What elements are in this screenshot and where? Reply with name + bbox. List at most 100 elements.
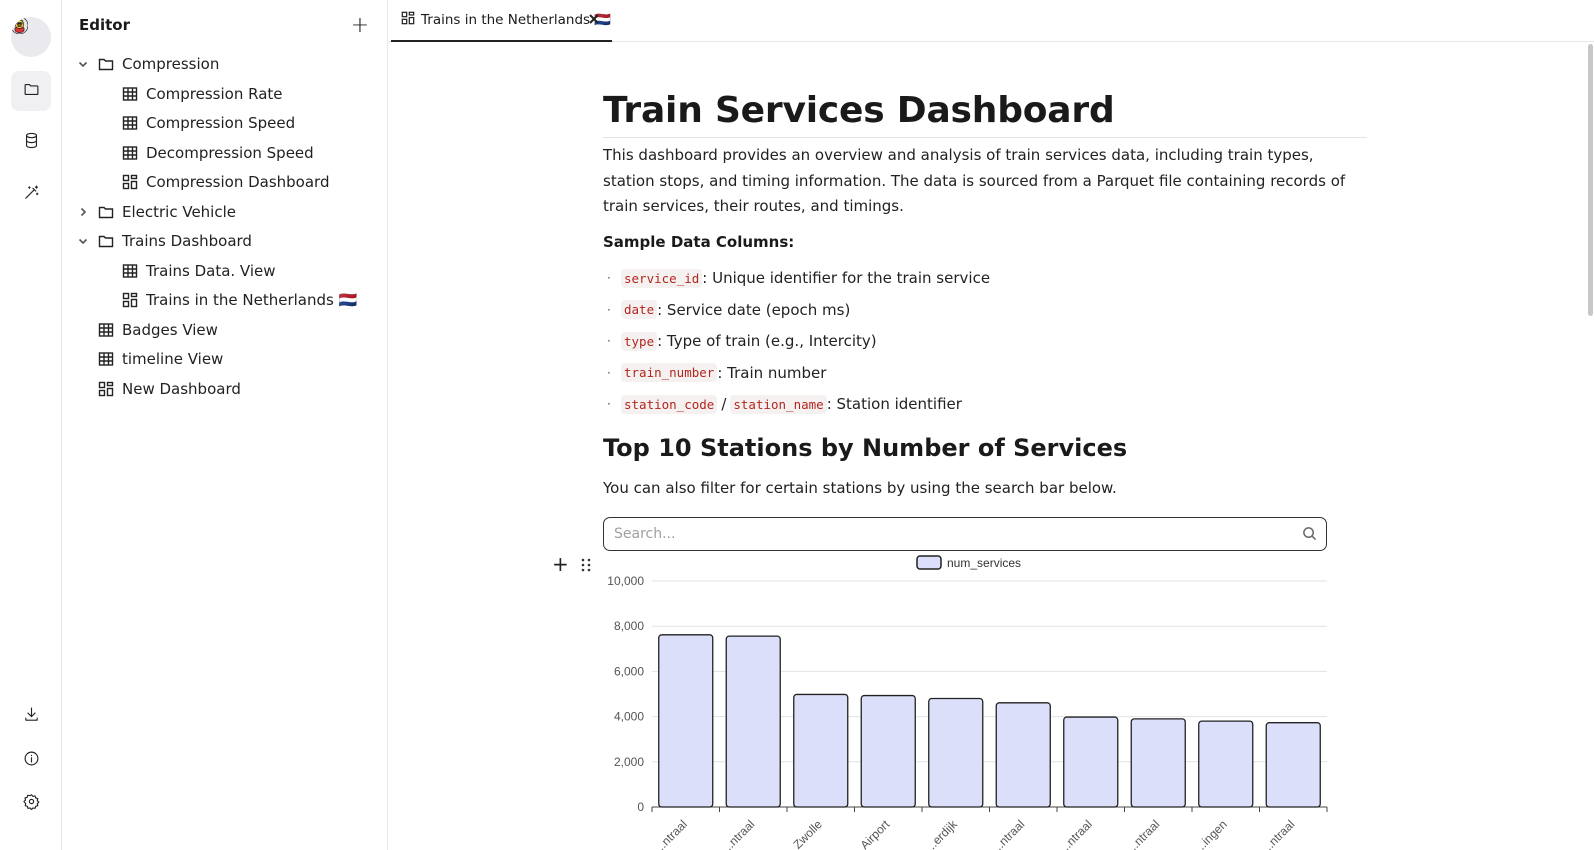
content-scrollbar[interactable] xyxy=(1587,42,1594,850)
bullet: · xyxy=(607,365,611,380)
legend-label: num_services xyxy=(947,556,1021,570)
tree-folder-compression[interactable]: Compression xyxy=(62,50,388,78)
tab-label: Trains in the Netherlands 🇳🇱 xyxy=(421,12,612,28)
dashboard-icon xyxy=(401,11,421,29)
x-tick-label: ...ntraal xyxy=(719,817,757,850)
bullet: · xyxy=(607,271,611,285)
tree-item-label: Trains Dashboard xyxy=(122,232,252,250)
scrollbar-thumb[interactable] xyxy=(1588,44,1593,316)
app-logo[interactable] xyxy=(11,17,51,57)
tree-folder-electric-vehicle[interactable]: Electric Vehicle xyxy=(62,198,388,226)
bar xyxy=(793,693,849,808)
bullet: · xyxy=(607,334,611,348)
tree-item-trains-in-the-netherlands[interactable]: Trains in the Netherlands 🇳🇱 xyxy=(62,286,388,314)
sample-columns-heading: Sample Data Columns: xyxy=(603,233,795,251)
add-block-button[interactable]: + xyxy=(552,554,569,574)
info-icon xyxy=(23,750,40,771)
y-tick-label: 10,000 xyxy=(607,574,644,588)
tree-item-compression-speed[interactable]: Compression Speed xyxy=(62,109,388,137)
x-tick-label: ...ingen xyxy=(1192,817,1230,850)
bar xyxy=(1063,716,1119,808)
table-icon xyxy=(122,115,138,131)
explorer-button[interactable] xyxy=(11,71,51,111)
tree-item-compression-dashboard[interactable]: Compression Dashboard xyxy=(62,168,388,196)
database-button[interactable] xyxy=(11,122,51,162)
tree-item-label: Trains Data. View xyxy=(146,261,276,280)
tree-item-decompression-speed[interactable]: Decompression Speed xyxy=(62,139,388,167)
bar xyxy=(1198,720,1254,808)
search-input[interactable] xyxy=(614,524,1274,544)
tree-item-timeline-view[interactable]: timeline View xyxy=(62,345,388,373)
folder-icon xyxy=(23,81,40,102)
tree-item-label: Decompression Speed xyxy=(146,143,314,162)
chevron-right-icon[interactable] xyxy=(76,205,90,219)
dashboard-icon xyxy=(122,174,138,190)
ai-assist-button[interactable] xyxy=(11,174,51,214)
folder-icon xyxy=(98,233,114,249)
chevron-down-icon[interactable] xyxy=(76,57,90,71)
sidebar-header: Editor + xyxy=(62,0,387,50)
x-tick-label: ...erdijk xyxy=(923,817,961,850)
tab-trains-in-the-netherlands[interactable]: Trains in the Netherlands 🇳🇱 xyxy=(391,0,612,42)
chevron-down-icon[interactable] xyxy=(76,234,90,248)
list-item: · service_id : Unique identifier for the… xyxy=(603,264,990,292)
dashboard-icon xyxy=(122,292,138,308)
column-code: station_name xyxy=(730,394,827,414)
folder-icon xyxy=(98,56,114,72)
x-tick-label: ...ntraal xyxy=(652,817,690,850)
bullet: · xyxy=(607,397,611,411)
tree-item-new-dashboard[interactable]: New Dashboard xyxy=(62,375,388,403)
column-description: : Service date (epoch ms) xyxy=(657,300,851,319)
tree-item-label: Electric Vehicle xyxy=(122,202,236,221)
folder-icon xyxy=(98,204,114,220)
filter-note: You can also filter for certain stations… xyxy=(603,479,1117,497)
search-bar[interactable] xyxy=(603,517,1327,551)
tree-item-label: timeline View xyxy=(122,350,224,368)
sidebar-title: Editor xyxy=(79,16,130,34)
tree-item-trains-data-view[interactable]: Trains Data. View xyxy=(62,257,388,285)
tree-item-label: Compression xyxy=(122,55,220,73)
x-tick-label: ...Airport xyxy=(850,817,892,850)
search-icon[interactable] xyxy=(1302,526,1318,542)
add-item-button[interactable]: + xyxy=(349,13,371,38)
settings-button[interactable] xyxy=(11,783,51,823)
magic-wand-icon xyxy=(23,184,40,205)
database-icon xyxy=(23,132,40,153)
list-item: · type : Type of train (e.g., Intercity) xyxy=(603,327,877,355)
list-item: · station_code / station_name : Station … xyxy=(603,390,962,418)
column-code: train_number xyxy=(621,363,718,382)
x-tick-label: ...ntraal xyxy=(989,817,1027,850)
bar xyxy=(725,635,781,808)
bar xyxy=(1265,722,1321,808)
tree-folder-trains-dashboard[interactable]: Trains Dashboard xyxy=(62,227,388,255)
tree-item-badges-view[interactable]: Badges View xyxy=(62,316,388,344)
drag-handle-icon[interactable] xyxy=(580,557,592,573)
y-tick-label: 8,000 xyxy=(614,619,644,633)
column-description: : Type of train (e.g., Intercity) xyxy=(657,332,877,350)
info-button[interactable] xyxy=(11,740,51,780)
column-code: station_code xyxy=(621,394,718,414)
table-icon xyxy=(122,86,138,102)
close-icon[interactable] xyxy=(588,13,602,27)
download-icon xyxy=(23,706,40,727)
y-tick-label: 6,000 xyxy=(614,664,644,678)
tree-item-label: Compression Dashboard xyxy=(146,173,330,191)
tab-bar: Trains in the Netherlands 🇳🇱 xyxy=(388,0,1594,42)
x-tick-label: ...ntraal xyxy=(1124,817,1162,850)
bar xyxy=(995,702,1051,808)
table-icon xyxy=(122,263,138,279)
x-tick-label: Zwolle xyxy=(790,817,825,850)
bullet: · xyxy=(607,302,611,317)
download-button[interactable] xyxy=(11,696,51,736)
column-separator: / xyxy=(721,395,727,413)
list-item: · train_number : Train number xyxy=(603,359,826,387)
y-tick-label: 2,000 xyxy=(614,755,644,769)
tree-item-compression-rate[interactable]: Compression Rate xyxy=(62,80,388,108)
tree-item-label: Compression Rate xyxy=(146,84,283,103)
bar xyxy=(928,697,984,808)
legend-swatch xyxy=(916,555,942,570)
bar xyxy=(658,634,714,808)
tree-item-label: Compression Speed xyxy=(146,114,296,132)
tree-item-label: New Dashboard xyxy=(122,379,241,398)
table-icon xyxy=(122,145,138,161)
